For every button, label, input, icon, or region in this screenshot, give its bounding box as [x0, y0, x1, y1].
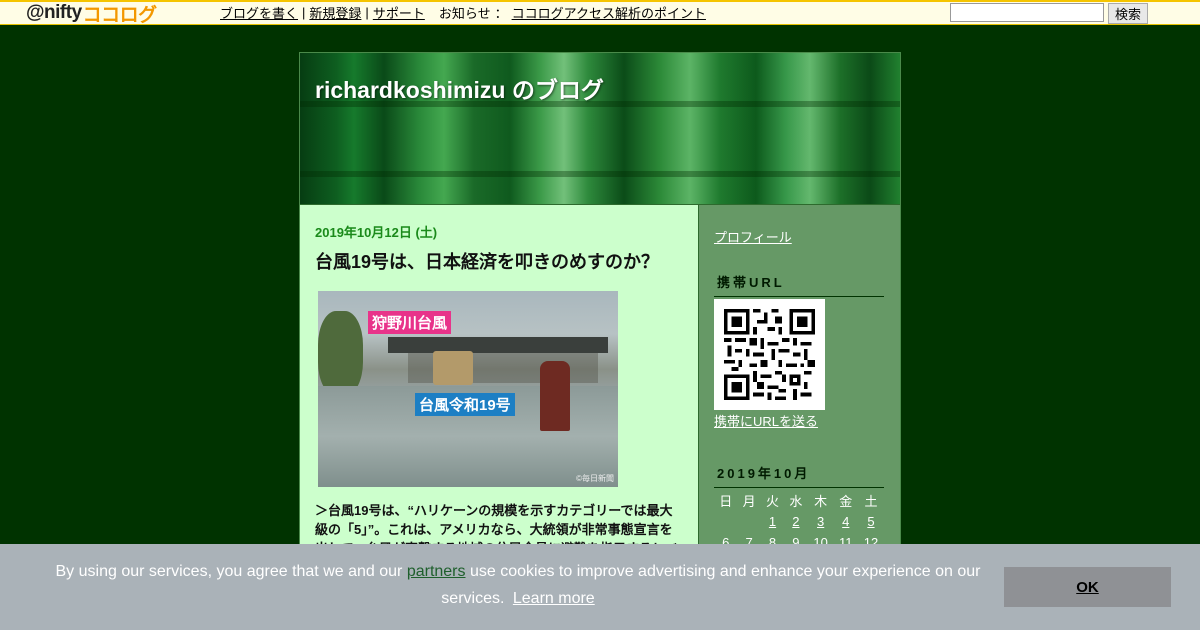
qr-code-icon — [724, 309, 815, 400]
mobile-url-heading: 携帯URL — [714, 272, 884, 297]
photo-caption-2: 台風令和19号 — [415, 393, 515, 416]
photo-tree — [318, 311, 363, 396]
notice-label: お知らせ — [438, 6, 491, 21]
photo-caption-1: 狩野川台風 — [368, 311, 452, 334]
calendar-heading: 2019年10月 — [714, 463, 884, 488]
learn-more-link[interactable]: Learn more — [513, 590, 595, 607]
weekday-tue: 火 — [766, 494, 780, 509]
weekday-wed: 水 — [789, 494, 803, 509]
post-date: 2019年10月12日 (土) — [315, 225, 438, 240]
photo-man — [540, 361, 570, 431]
search-input[interactable] — [950, 3, 1104, 22]
photo-bridge — [388, 337, 608, 353]
weekday-fri: 金 — [839, 494, 853, 509]
calendar-empty-cell — [737, 511, 760, 532]
weekday-thu: 木 — [814, 494, 828, 509]
search-form: 検索 — [950, 3, 1148, 24]
send-url-link[interactable]: 携帯にURLを送る — [714, 411, 818, 430]
calendar-day-link[interactable]: 2 — [792, 514, 799, 529]
link-separator: | — [365, 5, 369, 20]
profile-link[interactable]: プロフィール — [714, 227, 792, 246]
notice-link[interactable]: ココログアクセス解析のポイント — [512, 3, 706, 22]
link-separator: | — [302, 5, 306, 20]
qr-code — [714, 299, 825, 410]
calendar-week-row: 1 2 3 4 5 — [714, 511, 884, 532]
notice-colon: ： — [494, 6, 508, 21]
calendar-day: 1 — [761, 511, 784, 532]
logo-nifty-text: @nifty — [26, 2, 82, 23]
cocolog-logo[interactable]: @nifty ココログ — [26, 2, 158, 26]
calendar-day-link[interactable]: 5 — [867, 514, 874, 529]
post-photo[interactable]: 狩野川台風 台風令和19号 ©毎日新聞 — [318, 291, 618, 487]
calendar-weekday-row: 日 月 火 水 木 金 土 — [714, 490, 884, 511]
write-blog-link[interactable]: ブログを書く — [220, 3, 298, 22]
bamboo-node — [300, 171, 900, 177]
post-title[interactable]: 台風19号は、日本経済を叩きのめすのか？ — [315, 248, 659, 274]
calendar-day-link[interactable]: 3 — [817, 514, 824, 529]
top-links: ブログを書く | 新規登録 | サポート お知らせ ： ココログアクセス解析のポ… — [220, 3, 706, 22]
calendar-day: 5 — [858, 511, 884, 532]
weekday-mon: 月 — [742, 494, 756, 509]
nifty-top-bar: @nifty ココログ ブログを書く | 新規登録 | サポート お知らせ ： … — [0, 0, 1200, 26]
weekday-sun: 日 — [719, 494, 733, 509]
calendar-day: 4 — [834, 511, 858, 532]
weekday-sat: 土 — [864, 494, 878, 509]
calendar-day: 2 — [784, 511, 807, 532]
search-button[interactable]: 検索 — [1108, 3, 1148, 24]
support-link[interactable]: サポート — [373, 3, 425, 22]
blog-title[interactable]: richardkoshimizu のブログ — [315, 71, 604, 105]
calendar-day-link[interactable]: 4 — [842, 514, 849, 529]
photo-bus — [433, 351, 473, 385]
calendar-day-link[interactable]: 1 — [769, 514, 776, 529]
blog-banner: richardkoshimizu のブログ — [300, 53, 900, 204]
register-link[interactable]: 新規登録 — [309, 3, 361, 22]
cookie-text-before: By using our services, you agree that we… — [55, 563, 403, 580]
cookie-consent-banner: By using our services, you agree that we… — [0, 544, 1200, 630]
calendar-empty-cell — [714, 511, 737, 532]
logo-cocolog-text: ココログ — [82, 4, 158, 26]
photo-credit: ©毎日新聞 — [576, 474, 614, 483]
partners-link[interactable]: partners — [407, 563, 466, 580]
calendar-day: 3 — [808, 511, 834, 532]
cookie-ok-button[interactable]: OK — [1004, 567, 1171, 607]
cookie-message: By using our services, you agree that we… — [40, 558, 996, 612]
